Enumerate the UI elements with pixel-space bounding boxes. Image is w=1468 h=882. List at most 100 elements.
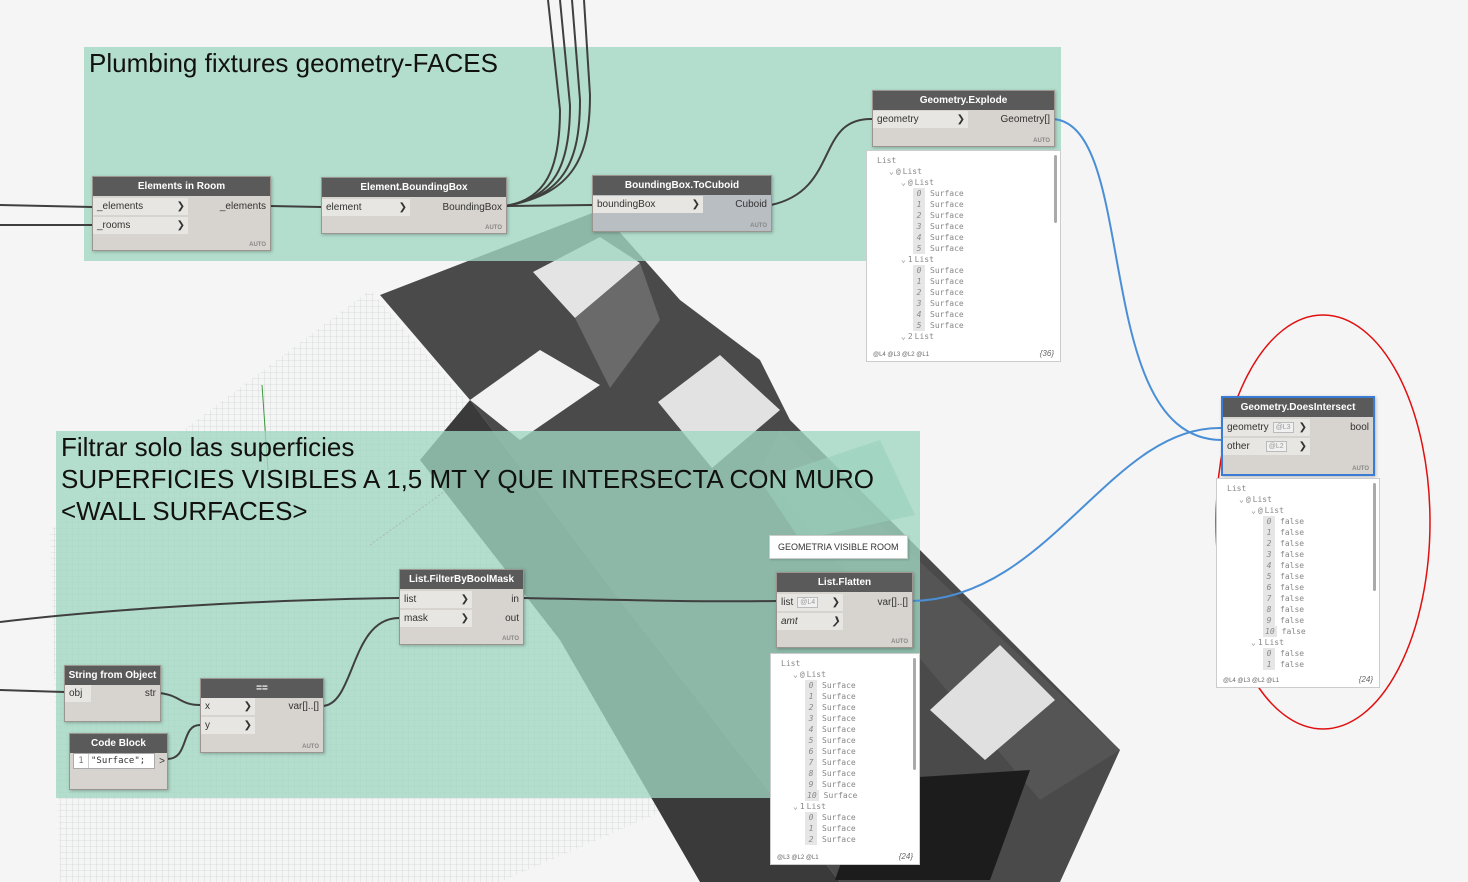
output-port-cuboid[interactable]: Cuboid [711,196,771,213]
input-port-obj[interactable]: obj [65,685,91,702]
expand-arrow-icon[interactable]: ⌄ [1251,638,1256,647]
input-port-elements[interactable]: _elements ❯ [93,198,188,215]
expand-arrow-icon[interactable]: ⌄ [889,167,894,176]
output-port-in[interactable]: in [493,591,523,608]
list-item[interactable]: ⌄ @ List [1251,505,1284,516]
expand-arrow-icon[interactable]: ⌄ [1251,506,1256,515]
level-badge[interactable]: @L3 [1272,421,1294,433]
input-port-list[interactable]: list @L4 ❯ [777,594,843,611]
output-port-var[interactable]: var[]..[] [852,594,912,611]
list-item[interactable]: ⌄ @ List [793,669,826,680]
preview-list-flatten[interactable]: List ⌄ @ List 0 Surface 1 Surface 2 Surface 3 Surfa… [770,653,920,865]
list-value: Surface [822,824,856,833]
list-item: 5 Surface [913,243,964,254]
input-port-other[interactable]: other @L2 ❯ [1223,438,1310,455]
list-item[interactable]: ⌄ @ List [1239,494,1272,505]
node-boundingbox-tocuboid[interactable]: BoundingBox.ToCuboid boundingBox ❯ Cuboid… [592,175,772,232]
expand-arrow-icon[interactable]: ⌄ [1239,495,1244,504]
output-port[interactable]: > [155,753,167,770]
scrollbar[interactable] [1054,155,1057,223]
list-item[interactable]: ⌄ 1 List [1251,637,1284,648]
input-port-rooms[interactable]: _rooms ❯ [93,217,188,234]
list-value: List [806,670,826,679]
preview-geometry-explode[interactable]: List ⌄ @ List ⌄ @ List 0 Surface 1 Surface 2 Surface… [866,150,1061,362]
node-list-filterbyboolmask[interactable]: List.FilterByBoolMask list ❯ mask ❯ in out… [399,569,524,645]
node-code-block[interactable]: Code Block 1 "Surface"; > [69,733,168,790]
note-geometria-visible-room[interactable]: GEOMETRIA VISIBLE ROOM [769,535,908,559]
list-item[interactable]: ⌄ 1 List [793,801,826,812]
expand-arrow-icon[interactable]: ⌄ [793,802,798,811]
list-index: 2 [913,210,925,221]
expand-arrow-icon[interactable]: ⌄ [793,670,798,679]
output-port-geometry-array[interactable]: Geometry[] [974,111,1054,128]
output-port-var[interactable]: var[]..[] [263,698,323,715]
input-port-boundingbox[interactable]: boundingBox ❯ [593,196,703,213]
list-value: Surface [822,725,856,734]
list-index: 1 [1257,638,1263,647]
list-value: Surface [822,736,856,745]
list-item[interactable]: ⌄ @ List [901,177,934,188]
list-value: false [1280,539,1305,548]
list-item: 3 Surface [913,298,964,309]
input-port-geometry[interactable]: geometry ❯ [873,111,968,128]
list-index: @ [907,178,913,187]
list-index: 6 [1263,582,1275,593]
input-port-y[interactable]: y ❯ [201,717,255,734]
list-root: List [1227,483,1246,494]
input-port-list[interactable]: list ❯ [400,591,472,608]
list-value: Surface [930,189,964,198]
list-item: 4 Surface [913,232,964,243]
node-geometry-doesintersect[interactable]: Geometry.DoesIntersect geometry @L3 ❯ othe… [1221,396,1375,476]
expand-arrow-icon[interactable]: ⌄ [901,332,906,341]
node-string-from-object[interactable]: String from Object obj str [64,665,161,722]
output-port-str[interactable]: str [130,685,160,702]
list-item: 2 false [1263,538,1304,549]
expand-arrow-icon[interactable]: ⌄ [901,178,906,187]
dynamo-canvas[interactable]: Plumbing fixtures geometry-FACES Filtrar… [0,0,1468,882]
list-index: 1 [1263,527,1275,538]
input-port-mask[interactable]: mask ❯ [400,610,472,627]
list-item: 5 false [1263,571,1304,582]
node-element-boundingbox[interactable]: Element.BoundingBox element ❯ BoundingBox… [321,177,507,234]
output-port-bool[interactable]: bool [1333,419,1373,436]
list-item[interactable]: ⌄ 1 List [901,254,934,265]
output-port-elements[interactable]: _elements [190,198,270,215]
list-item[interactable]: ⌄ @ List [889,166,922,177]
node-title: == [201,679,323,698]
level-badge[interactable]: @L2 [1265,440,1287,452]
expand-arrow-icon[interactable]: ⌄ [901,255,906,264]
list-value: false [1280,583,1305,592]
list-index: 8 [805,768,817,779]
node-list-flatten[interactable]: List.Flatten list @L4 ❯ amt ❯ var[]..[] AUT… [776,572,913,648]
scrollbar[interactable] [1373,483,1376,591]
input-port-x[interactable]: x ❯ [201,698,255,715]
list-index: 4 [1263,560,1275,571]
output-port-boundingbox[interactable]: BoundingBox [416,199,506,216]
lacing-label: AUTO [485,225,502,231]
list-value: false [1280,616,1305,625]
list-index: 0 [1263,648,1275,659]
level-badge[interactable]: @L4 [797,596,819,608]
list-value: List [781,659,801,668]
list-item: 0 Surface [805,812,856,823]
list-index: 4 [805,724,817,735]
input-port-geometry[interactable]: geometry @L3 ❯ [1223,419,1310,436]
node-elements-in-room[interactable]: Elements in Room _elements ❯ _rooms ❯ _ele… [92,176,271,251]
node-equals[interactable]: == x ❯ y ❯ var[]..[] AUTO [200,678,324,753]
code-editor[interactable]: 1 "Surface"; [73,753,155,769]
list-index: 7 [1263,593,1275,604]
list-levels: @L4 @L3 @L2 @L1 [873,352,930,358]
list-index: 10 [1263,626,1277,637]
list-index: @ [895,167,901,176]
list-item: 5 Surface [805,735,856,746]
preview-geometry-doesintersect[interactable]: List ⌄ @ List ⌄ @ List 0 false 1 false 2 false 3 false… [1216,478,1380,688]
list-item[interactable]: ⌄ 2 List [901,331,934,342]
output-port-out[interactable]: out [493,610,523,627]
input-port-amt[interactable]: amt ❯ [777,613,843,630]
list-index: 1 [913,199,925,210]
list-item: 7 Surface [805,757,856,768]
input-port-element[interactable]: element ❯ [322,199,410,216]
node-geometry-explode[interactable]: Geometry.Explode geometry ❯ Geometry[] AU… [872,90,1055,147]
scrollbar[interactable] [913,658,916,770]
list-value: false [1280,649,1305,658]
